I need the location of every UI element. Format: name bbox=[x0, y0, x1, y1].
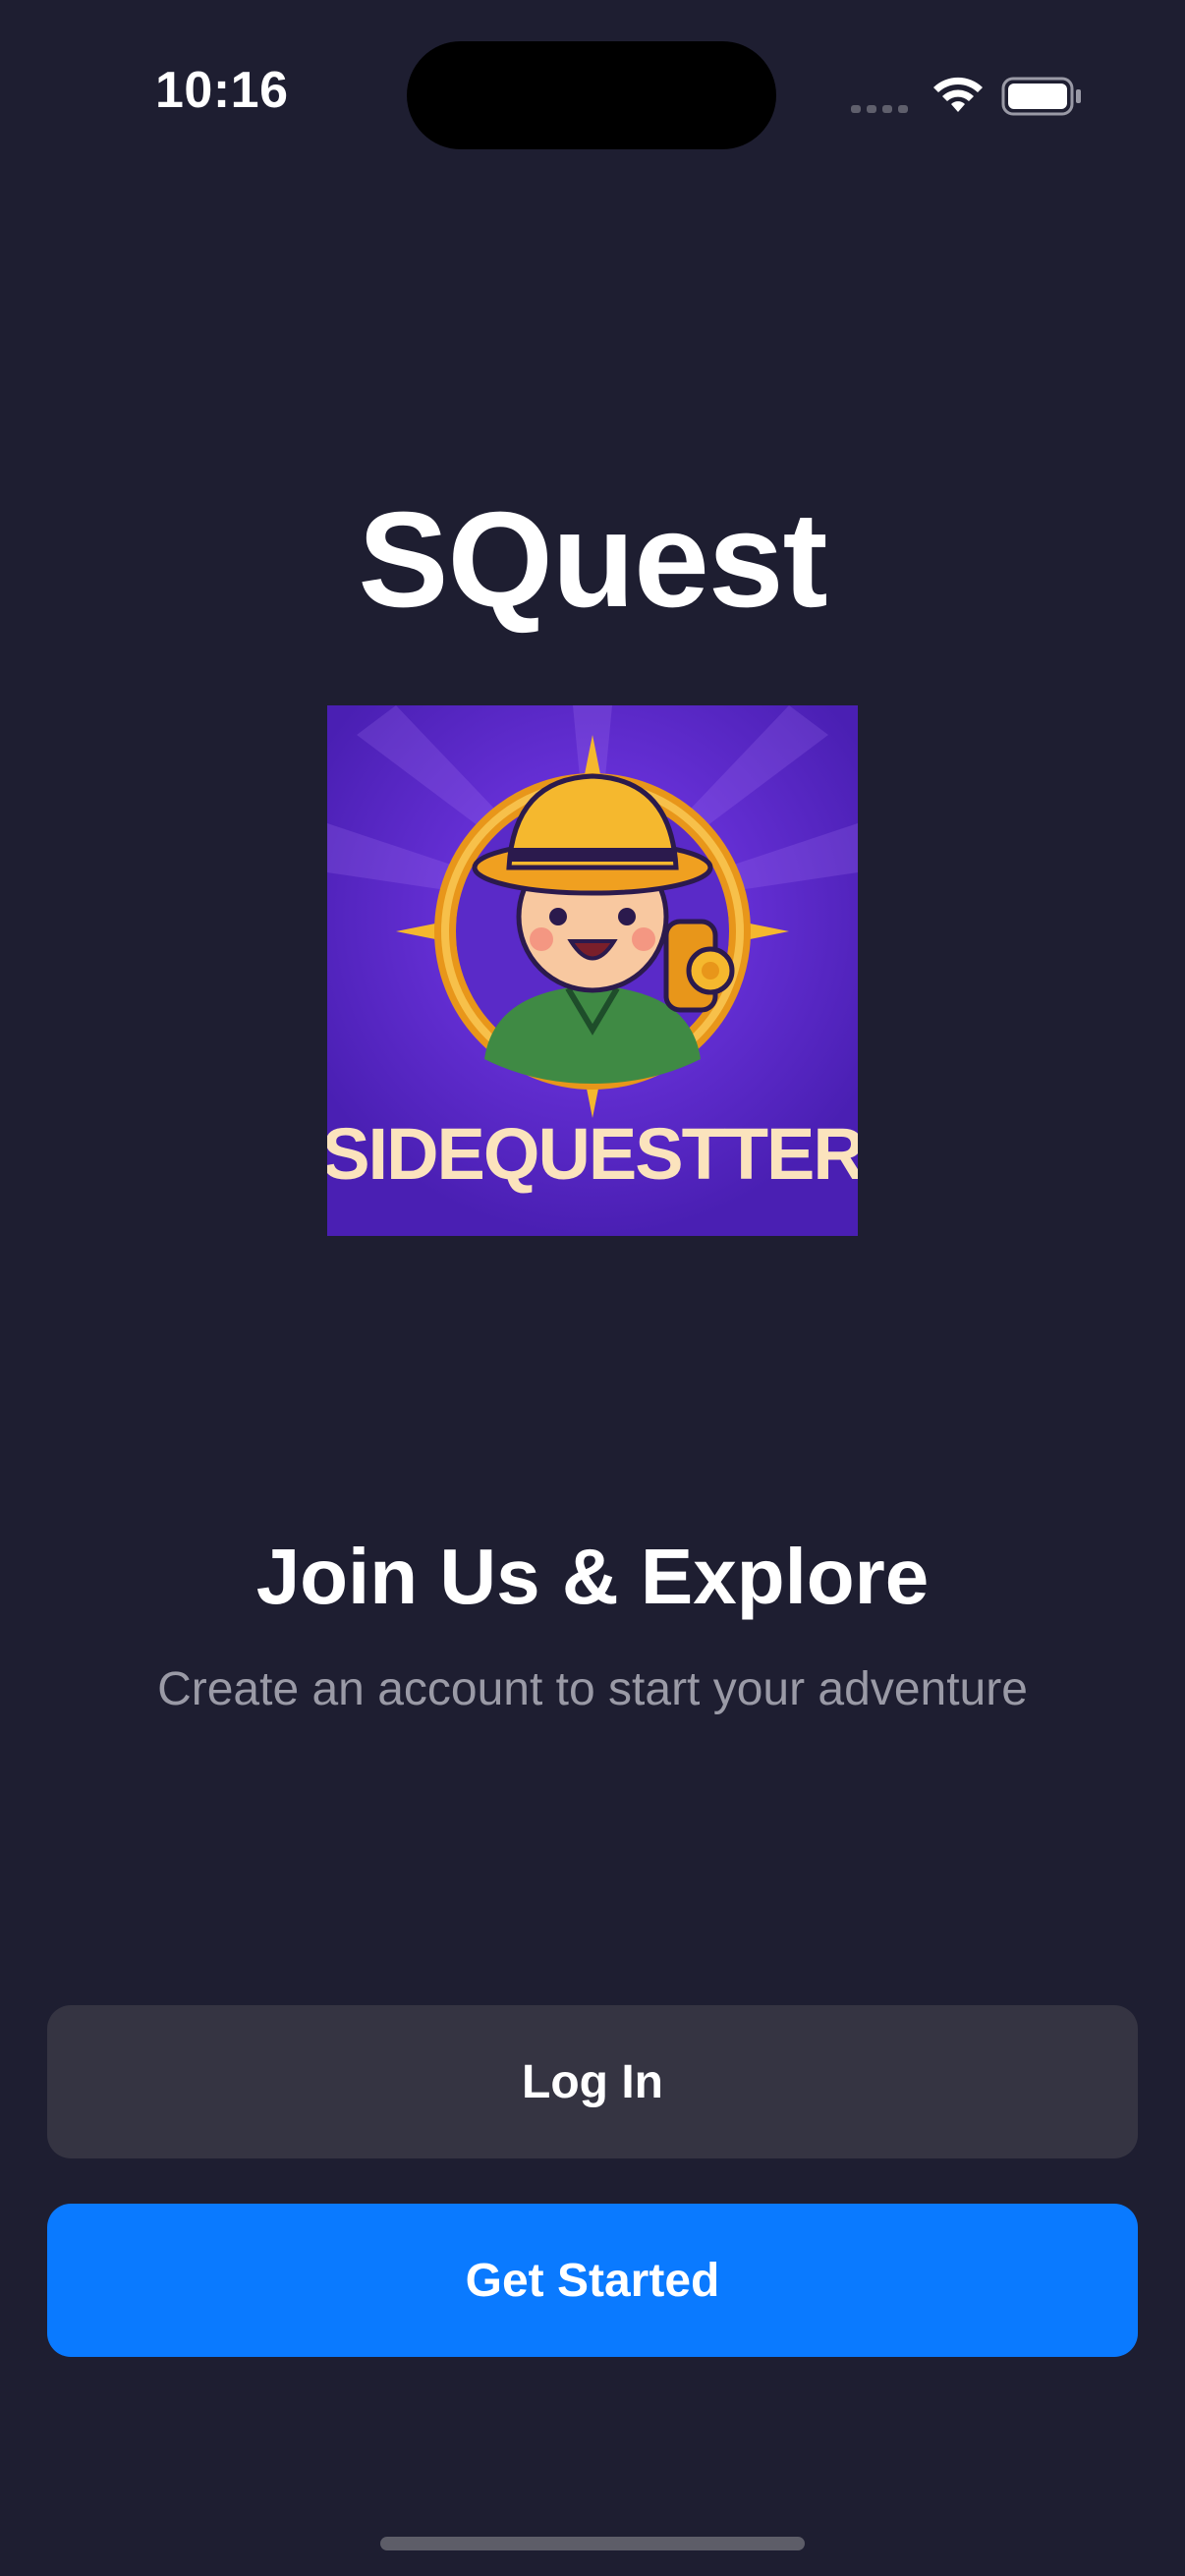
wifi-icon bbox=[933, 77, 983, 112]
status-time: 10:16 bbox=[155, 62, 289, 119]
login-button[interactable]: Log In bbox=[47, 2005, 1138, 2158]
battery-icon bbox=[1001, 77, 1081, 116]
explorer-mascot-icon: SIDEQUESTTER bbox=[327, 705, 858, 1236]
home-indicator[interactable] bbox=[380, 2537, 805, 2550]
get-started-button[interactable]: Get Started bbox=[47, 2204, 1138, 2357]
welcome-subheading: Create an account to start your adventur… bbox=[157, 1663, 1028, 1715]
logo-wordmark: SIDEQUESTTER bbox=[327, 1113, 858, 1195]
status-bar: 10:16 bbox=[0, 0, 1185, 187]
app-title: SQuest bbox=[358, 484, 827, 636]
cellular-signal-icon bbox=[851, 105, 908, 113]
dynamic-island bbox=[407, 41, 776, 149]
app-logo: SIDEQUESTTER bbox=[327, 705, 858, 1236]
welcome-heading: Join Us & Explore bbox=[255, 1533, 930, 1620]
